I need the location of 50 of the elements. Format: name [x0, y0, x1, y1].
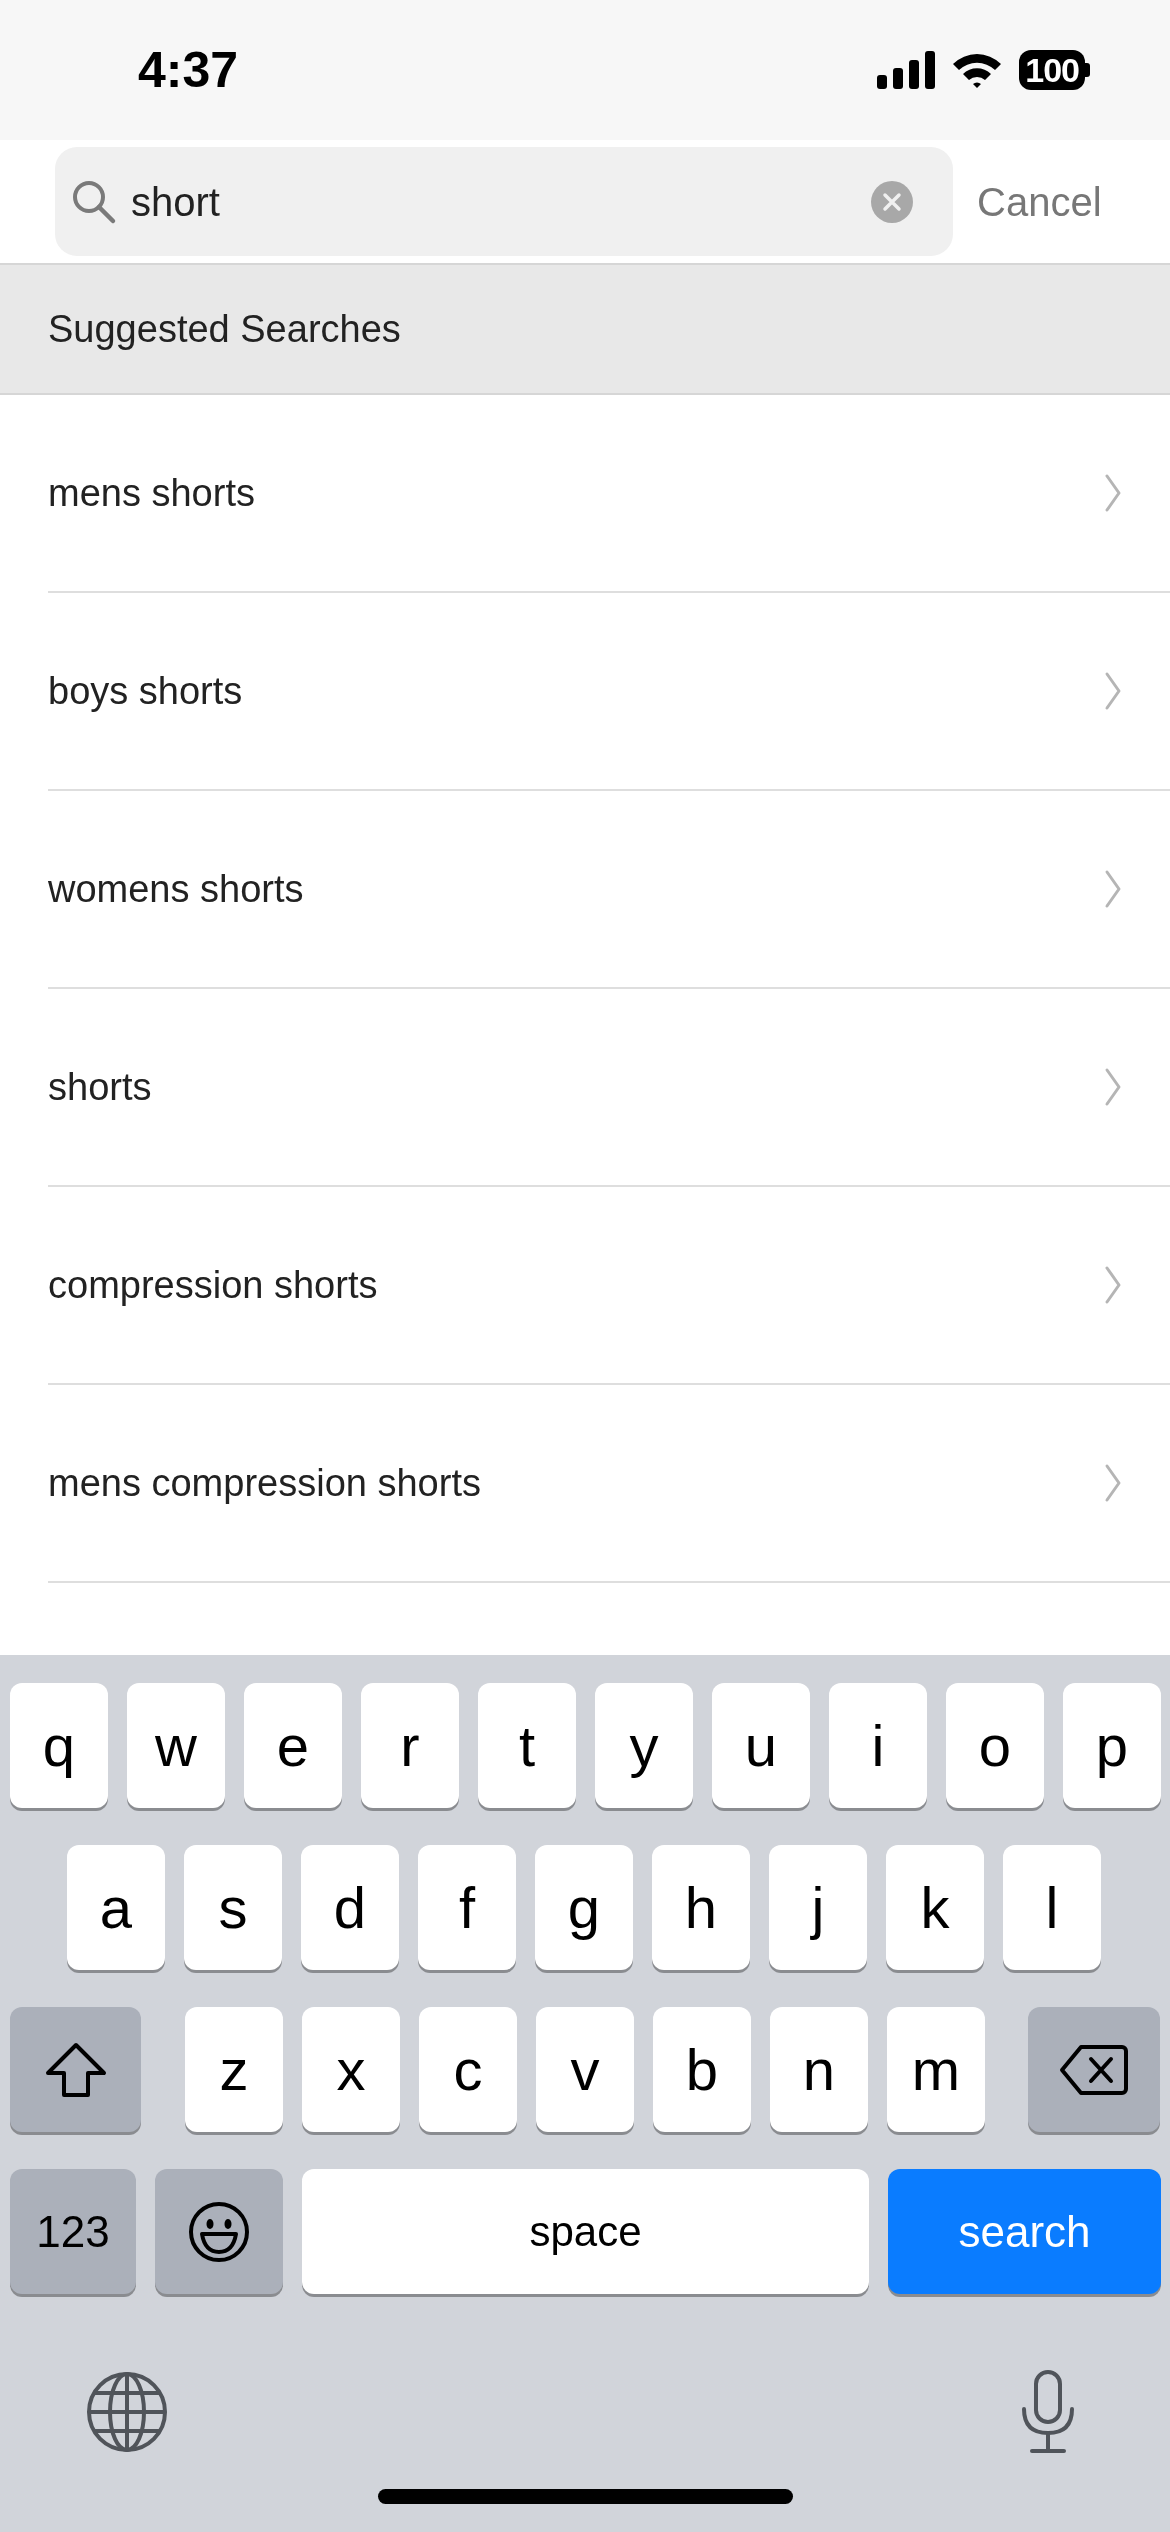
search-input: short [117, 171, 871, 232]
key[interactable]: a [67, 1845, 165, 1970]
cancel-button[interactable]: Cancel [953, 171, 1102, 232]
chevron-right-icon [1104, 1463, 1122, 1503]
numbers-key[interactable]: 123 [10, 2169, 136, 2294]
emoji-icon [187, 2199, 251, 2264]
key[interactable]: l [1003, 1845, 1101, 1970]
key[interactable]: k [886, 1845, 984, 1970]
key[interactable]: p [1063, 1683, 1161, 1808]
key[interactable]: n [770, 2007, 868, 2132]
key[interactable]: m [887, 2007, 985, 2132]
backspace-icon [1059, 2043, 1129, 2096]
signal-icon [877, 51, 936, 89]
section-header: Suggested Searches [48, 306, 401, 352]
status-time: 4:37 [138, 40, 239, 100]
key[interactable]: t [478, 1683, 576, 1808]
key[interactable]: h [652, 1845, 750, 1970]
search-icon [71, 178, 117, 225]
key[interactable]: f [418, 1845, 516, 1970]
key[interactable]: u [712, 1683, 810, 1808]
delete-key[interactable] [1028, 2007, 1160, 2132]
emoji-key[interactable] [155, 2169, 283, 2294]
chevron-right-icon [1104, 1067, 1122, 1107]
key[interactable]: w [127, 1683, 225, 1808]
wifi-icon [951, 51, 1004, 89]
shift-icon [43, 2040, 108, 2099]
shift-key[interactable] [10, 2007, 141, 2132]
key[interactable]: s [184, 1845, 282, 1970]
key[interactable]: r [361, 1683, 459, 1808]
key[interactable]: x [302, 2007, 400, 2132]
key[interactable]: i [829, 1683, 927, 1808]
space-key[interactable]: space [302, 2169, 869, 2294]
chevron-right-icon [1104, 869, 1122, 909]
key[interactable]: v [536, 2007, 634, 2132]
key[interactable]: o [946, 1683, 1044, 1808]
key[interactable]: e [244, 1683, 342, 1808]
key[interactable]: y [595, 1683, 693, 1808]
key[interactable]: z [185, 2007, 283, 2132]
key[interactable]: c [419, 2007, 517, 2132]
globe-icon[interactable] [86, 2371, 168, 2453]
key[interactable]: g [535, 1845, 633, 1970]
key[interactable]: j [769, 1845, 867, 1970]
key[interactable]: d [301, 1845, 399, 1970]
search-field[interactable]: short [55, 147, 953, 256]
key[interactable]: q [10, 1683, 108, 1808]
chevron-right-icon [1104, 1265, 1122, 1305]
chevron-right-icon [1104, 671, 1122, 711]
key[interactable]: b [653, 2007, 751, 2132]
search-key[interactable]: search [888, 2169, 1161, 2294]
chevron-right-icon [1104, 473, 1122, 513]
